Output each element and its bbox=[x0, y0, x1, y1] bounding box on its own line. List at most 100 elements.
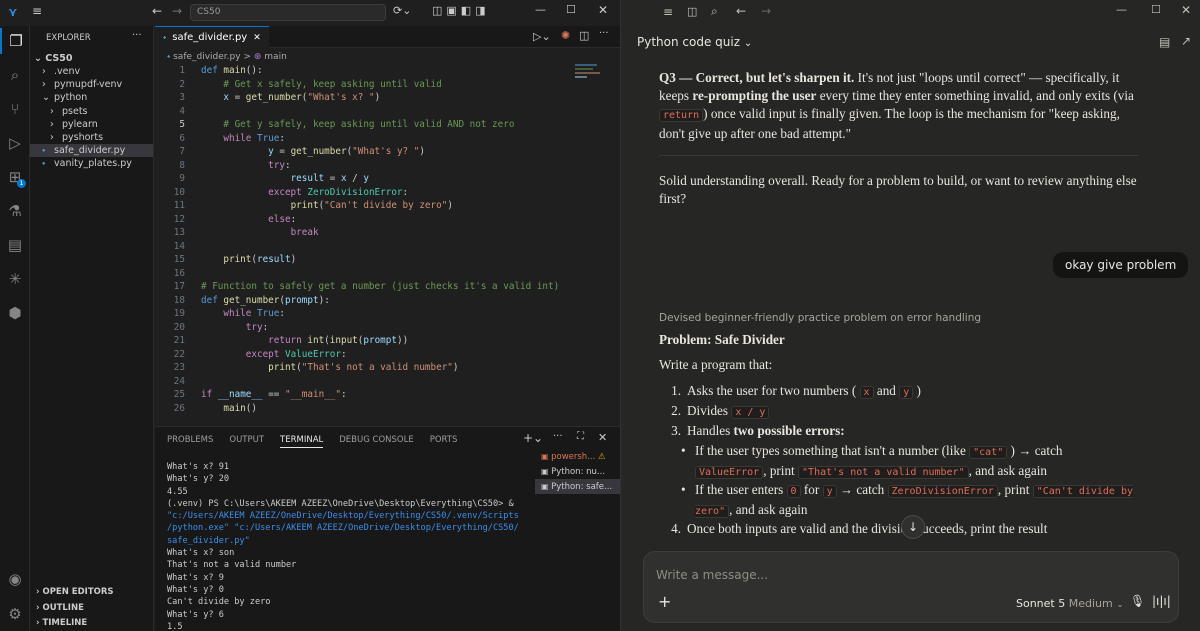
claude-action-icon[interactable]: ✺ bbox=[561, 29, 570, 42]
sidebar-section[interactable]: › TIMELINE bbox=[30, 617, 153, 630]
tree-item-label: psets bbox=[62, 105, 88, 117]
code-line: else: bbox=[268, 213, 297, 225]
panel-tab[interactable]: TERMINAL bbox=[280, 435, 324, 448]
explorer-icon[interactable]: ❐ bbox=[0, 28, 30, 54]
message-input[interactable]: Write a message... bbox=[656, 568, 768, 582]
tree-item[interactable]: ⌄ python bbox=[30, 91, 153, 104]
line-number: 7 bbox=[179, 146, 185, 157]
maximize-button[interactable]: ☐ bbox=[566, 3, 576, 16]
breadcrumb-symbol[interactable]: main bbox=[264, 52, 287, 62]
code-line: break bbox=[290, 227, 319, 238]
inline-code: return bbox=[659, 109, 704, 122]
panel-more-icon[interactable]: ··· bbox=[553, 431, 563, 442]
tree-item[interactable]: ⬩ safe_divider.py bbox=[30, 144, 153, 158]
section-label: OUTLINE bbox=[42, 602, 84, 613]
command-search-box[interactable]: CS50 bbox=[190, 4, 386, 21]
terminal-line: (.venv) PS C:\Users\AKEEM AZEEZ\OneDrive… bbox=[167, 498, 514, 509]
terminal-instance[interactable]: ▣ powersh... ⚠ bbox=[535, 449, 620, 464]
section-label: OPEN EDITORS bbox=[42, 587, 114, 597]
account-icon[interactable]: ◉ bbox=[0, 566, 30, 592]
voice-mode-icon[interactable]: |ı|ı| bbox=[1152, 594, 1171, 608]
explorer-title: EXPLORER bbox=[46, 33, 91, 43]
menu-icon[interactable]: ≡ bbox=[32, 4, 42, 18]
panel-tab[interactable]: PROBLEMS bbox=[167, 435, 213, 448]
step-2: 2. Divides x / y bbox=[659, 402, 1139, 422]
code-line: # Function to safely get a number (just … bbox=[201, 281, 560, 292]
maximize-button[interactable]: ☐ bbox=[1151, 3, 1161, 16]
source-control-icon[interactable]: ⑂ bbox=[0, 96, 30, 122]
sidebar-section[interactable]: › OPEN EDITORS bbox=[30, 586, 153, 599]
forward-arrow-icon[interactable]: → bbox=[172, 4, 182, 18]
tree-item-label: python bbox=[54, 92, 88, 104]
close-button[interactable]: ✕ bbox=[598, 3, 608, 17]
search-icon[interactable]: ⌕ bbox=[711, 4, 718, 19]
terminal-instance[interactable]: ▣ Python: nu... bbox=[535, 464, 620, 479]
more-actions-icon[interactable]: ··· bbox=[132, 30, 142, 41]
back-arrow-icon[interactable]: ← bbox=[152, 4, 162, 18]
terminal-icon: ▣ bbox=[541, 467, 552, 476]
tree-item[interactable]: › pyshorts bbox=[30, 131, 153, 144]
tree-item[interactable]: ⬩ vanity_plates.py bbox=[30, 157, 153, 170]
terminal-line: What's x? 91 bbox=[167, 462, 230, 472]
tree-item[interactable]: › pylearn bbox=[30, 118, 153, 131]
back-arrow-icon[interactable]: ← bbox=[736, 4, 746, 18]
share-icon[interactable]: ↗ bbox=[1181, 34, 1191, 48]
scroll-down-button[interactable]: ↓ bbox=[901, 515, 925, 539]
terminal-output[interactable]: What's x? 91 What's y? 20 4.55 (.venv) PS C… bbox=[167, 461, 522, 631]
testing-icon[interactable]: ⚗ bbox=[0, 198, 30, 224]
root-folder[interactable]: ⌄ CS50 bbox=[30, 52, 153, 65]
terminal-line: What's y? 6 bbox=[167, 609, 224, 620]
editor-more-icon[interactable]: ··· bbox=[599, 28, 609, 39]
panel-tab[interactable]: OUTPUT bbox=[229, 435, 264, 448]
close-tab-icon[interactable]: ✕ bbox=[253, 33, 261, 43]
panel-tab[interactable]: DEBUG CONSOLE bbox=[339, 435, 413, 448]
thinking-summary[interactable]: Devised beginner-friendly practice probl… bbox=[659, 312, 981, 324]
terminal-instance[interactable]: ▣ Python: safe... bbox=[535, 479, 620, 494]
close-button[interactable]: ✕ bbox=[1181, 3, 1191, 17]
message-input-box[interactable]: Write a message... + Sonnet 5 Medium ⌄ 🎙… bbox=[643, 551, 1179, 623]
line-number: 16 bbox=[173, 267, 185, 279]
python-icon[interactable]: ⬢ bbox=[0, 300, 30, 326]
sidebar-section[interactable]: › OUTLINE bbox=[30, 602, 153, 615]
tree-item[interactable]: › .venv bbox=[30, 65, 153, 78]
add-attachment-icon[interactable]: + bbox=[658, 592, 671, 611]
split-editor-icon[interactable]: ◫ bbox=[579, 29, 589, 42]
chat-title-menu[interactable]: Python code quiz ⌄ bbox=[637, 35, 752, 49]
microphone-icon[interactable]: 🎙 bbox=[1130, 594, 1145, 608]
menu-icon[interactable]: ≡ bbox=[663, 5, 673, 19]
settings-gear-icon[interactable]: ⚙ bbox=[0, 601, 30, 627]
close-panel-icon[interactable]: ✕ bbox=[598, 431, 607, 444]
code-line: print("Can't divide by zero") bbox=[290, 200, 453, 211]
panel-tab[interactable]: PORTS bbox=[430, 435, 458, 448]
inline-code: "That's not a valid number" bbox=[798, 466, 969, 479]
terminal-line: safe_divider.py" bbox=[167, 535, 250, 546]
tree-item[interactable]: › pymupdf-venv bbox=[30, 78, 153, 91]
copilot-icon[interactable]: ⟳⌄ bbox=[393, 4, 411, 17]
run-debug-icon[interactable]: ▷ bbox=[0, 130, 30, 156]
run-icon[interactable]: ▷⌄ bbox=[533, 30, 551, 43]
new-terminal-icon[interactable]: +⌄ bbox=[523, 431, 543, 445]
document-icon[interactable]: ▤ bbox=[1159, 35, 1170, 49]
code-line: print("That's not a valid number") bbox=[268, 362, 459, 373]
line-number: 5 bbox=[179, 119, 185, 130]
search-icon[interactable]: ⌕ bbox=[0, 62, 30, 88]
line-number: 2 bbox=[179, 78, 185, 90]
breadcrumb-file[interactable]: safe_divider.py bbox=[173, 52, 240, 62]
explorer-sidebar: EXPLORER ··· ⌄ CS50 › .venv › pymupdf-venv ⌄… bbox=[30, 26, 154, 631]
tree-item-label: .venv bbox=[54, 66, 81, 77]
tab-safe-divider[interactable]: ⬩ safe_divider.py ✕ bbox=[155, 26, 269, 48]
bullet-valueerror: • If the user types something that isn't … bbox=[681, 443, 1063, 479]
minimize-button[interactable]: — bbox=[1116, 3, 1127, 16]
model-selector[interactable]: Sonnet 5 Medium ⌄ bbox=[1016, 597, 1124, 610]
chevron-right-icon: › bbox=[50, 118, 54, 130]
line-number: 1 bbox=[179, 65, 185, 76]
layout-icons[interactable]: ◫▣◧◨ bbox=[432, 4, 490, 17]
sidebar-toggle-icon[interactable]: ◫ bbox=[687, 5, 697, 18]
maximize-panel-icon[interactable]: ⛶ bbox=[577, 431, 584, 442]
remote-explorer-icon[interactable]: ▤ bbox=[0, 232, 30, 258]
minimize-button[interactable]: — bbox=[535, 3, 546, 16]
extensions-icon[interactable]: ⊞ 1 bbox=[0, 164, 30, 190]
forward-arrow-icon[interactable]: → bbox=[761, 4, 771, 18]
tree-item[interactable]: › psets bbox=[30, 105, 153, 118]
claude-icon[interactable]: ✳ bbox=[0, 266, 30, 292]
